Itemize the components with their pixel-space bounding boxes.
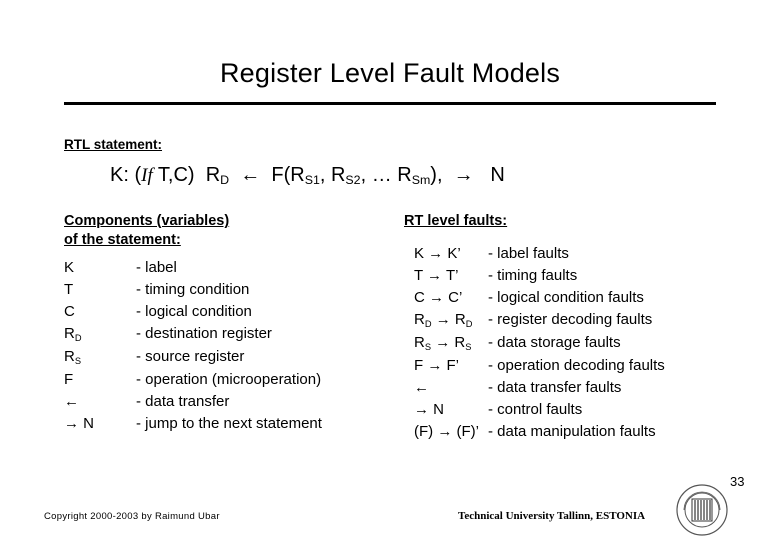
rtl-statement-heading: RTL statement: xyxy=(64,137,163,152)
statement-dest: R xyxy=(205,164,221,186)
component-symbol: F xyxy=(64,371,74,388)
fault-description: - logical condition faults xyxy=(488,289,644,306)
fault-row: RD → RD - register decoding faults xyxy=(404,309,734,332)
component-description: - jump to the next statement xyxy=(136,415,322,432)
fault-symbol: RS → RS xyxy=(414,334,472,352)
fault-symbol: T → T’ xyxy=(414,267,459,284)
statement-prefix: K: ( xyxy=(110,164,142,186)
component-description: - operation (microoperation) xyxy=(136,371,322,388)
statement-arrow-left: ← xyxy=(240,164,261,186)
statement-srcm-sub: Sm xyxy=(411,173,431,188)
rtl-statement-formula: K: (If T,C) RD ← F(RS1, RS2, … RSm), → N xyxy=(110,164,505,187)
components-heading-line2: of the statement: xyxy=(64,232,181,248)
statement-next: N xyxy=(490,164,505,186)
component-row: C - logical condition xyxy=(64,301,404,323)
fault-description: - data storage faults xyxy=(488,334,621,351)
faults-heading: RT level faults: xyxy=(404,213,508,229)
component-symbol: C xyxy=(64,303,75,320)
fault-row: K → K’ - label faults xyxy=(404,243,734,265)
slide: Register Level Fault Models RTL statemen… xyxy=(0,0,780,540)
components-heading-line1: Components (variables) xyxy=(64,213,230,229)
fault-description: - timing faults xyxy=(488,267,578,284)
component-description: - data transfer xyxy=(136,393,230,410)
fault-symbol: F → F’ xyxy=(414,357,459,374)
component-symbol: RD xyxy=(64,325,82,343)
title-divider xyxy=(64,102,716,105)
component-description: - timing condition xyxy=(136,281,250,298)
component-description: - destination register xyxy=(136,325,272,342)
components-column: Components (variables) of the statement:… xyxy=(64,212,404,435)
fault-description: - operation decoding faults xyxy=(488,357,665,374)
page-title: Register Level Fault Models xyxy=(219,58,561,88)
fault-symbol: ← xyxy=(414,379,429,396)
fault-description: - control faults xyxy=(488,401,583,418)
component-row: ← - data transfer xyxy=(64,391,404,413)
components-list: K - label T - timing condition C - logical co… xyxy=(64,257,404,435)
university-logo-icon xyxy=(676,484,728,536)
fault-symbol: C → C’ xyxy=(414,289,463,306)
component-row: → N - jump to the next statement xyxy=(64,413,404,435)
fault-row: → N - control faults xyxy=(404,399,734,421)
fault-row: F → F’ - operation decoding faults xyxy=(404,355,734,377)
fault-symbol: (F) → (F)’ xyxy=(414,423,479,440)
component-symbol: RS xyxy=(64,348,82,366)
footer-affiliation: Technical University Tallinn, ESTONIA xyxy=(458,510,646,522)
component-symbol: T xyxy=(64,281,74,298)
component-symbol: → N xyxy=(64,415,94,432)
statement-sep1: , R xyxy=(319,164,346,186)
faults-column: RT level faults: K → K’ - label faults T →… xyxy=(404,212,734,443)
fault-row: (F) → (F)’ - data manipulation faults xyxy=(404,421,734,443)
footer-copyright: Copyright 2000-2003 by Raimund Ubar xyxy=(44,511,220,522)
fault-description: - register decoding faults xyxy=(488,311,653,328)
component-description: - logical condition xyxy=(136,303,252,320)
component-row: K - label xyxy=(64,257,404,279)
fault-row: RS → RS - data storage faults xyxy=(404,332,734,355)
component-row: T - timing condition xyxy=(64,279,404,301)
statement-cond: T,C) xyxy=(152,164,195,186)
statement-src1-sub: S1 xyxy=(304,173,320,188)
fault-description: - label faults xyxy=(488,245,569,262)
statement-if: If xyxy=(141,165,153,186)
statement-arrow-right: → xyxy=(453,164,474,186)
statement-close: ), xyxy=(430,164,443,186)
component-symbol: ← xyxy=(64,393,79,410)
fault-row: C → C’ - logical condition faults xyxy=(404,287,734,309)
component-row: RD - destination register xyxy=(64,323,404,346)
fault-symbol: K → K’ xyxy=(414,245,461,262)
statement-src2-sub: S2 xyxy=(345,173,361,188)
statement-func: F(R xyxy=(271,164,305,186)
component-description: - source register xyxy=(136,348,245,365)
faults-list: K → K’ - label faults T → T’ - timing fault… xyxy=(404,243,734,443)
fault-symbol: → N xyxy=(414,401,444,418)
component-description: - label xyxy=(136,259,177,276)
fault-description: - data manipulation faults xyxy=(488,423,656,440)
statement-dest-sub: D xyxy=(220,173,230,188)
fault-row: T → T’ - timing faults xyxy=(404,265,734,287)
fault-row: ← - data transfer faults xyxy=(404,377,734,399)
component-row: RS - source register xyxy=(64,346,404,369)
component-symbol: K xyxy=(64,259,75,276)
statement-sep2: , … R xyxy=(360,164,412,186)
fault-description: - data transfer faults xyxy=(488,379,622,396)
fault-symbol: RD → RD xyxy=(414,311,473,329)
component-row: F - operation (microoperation) xyxy=(64,369,404,391)
page-number: 33 xyxy=(730,474,745,489)
